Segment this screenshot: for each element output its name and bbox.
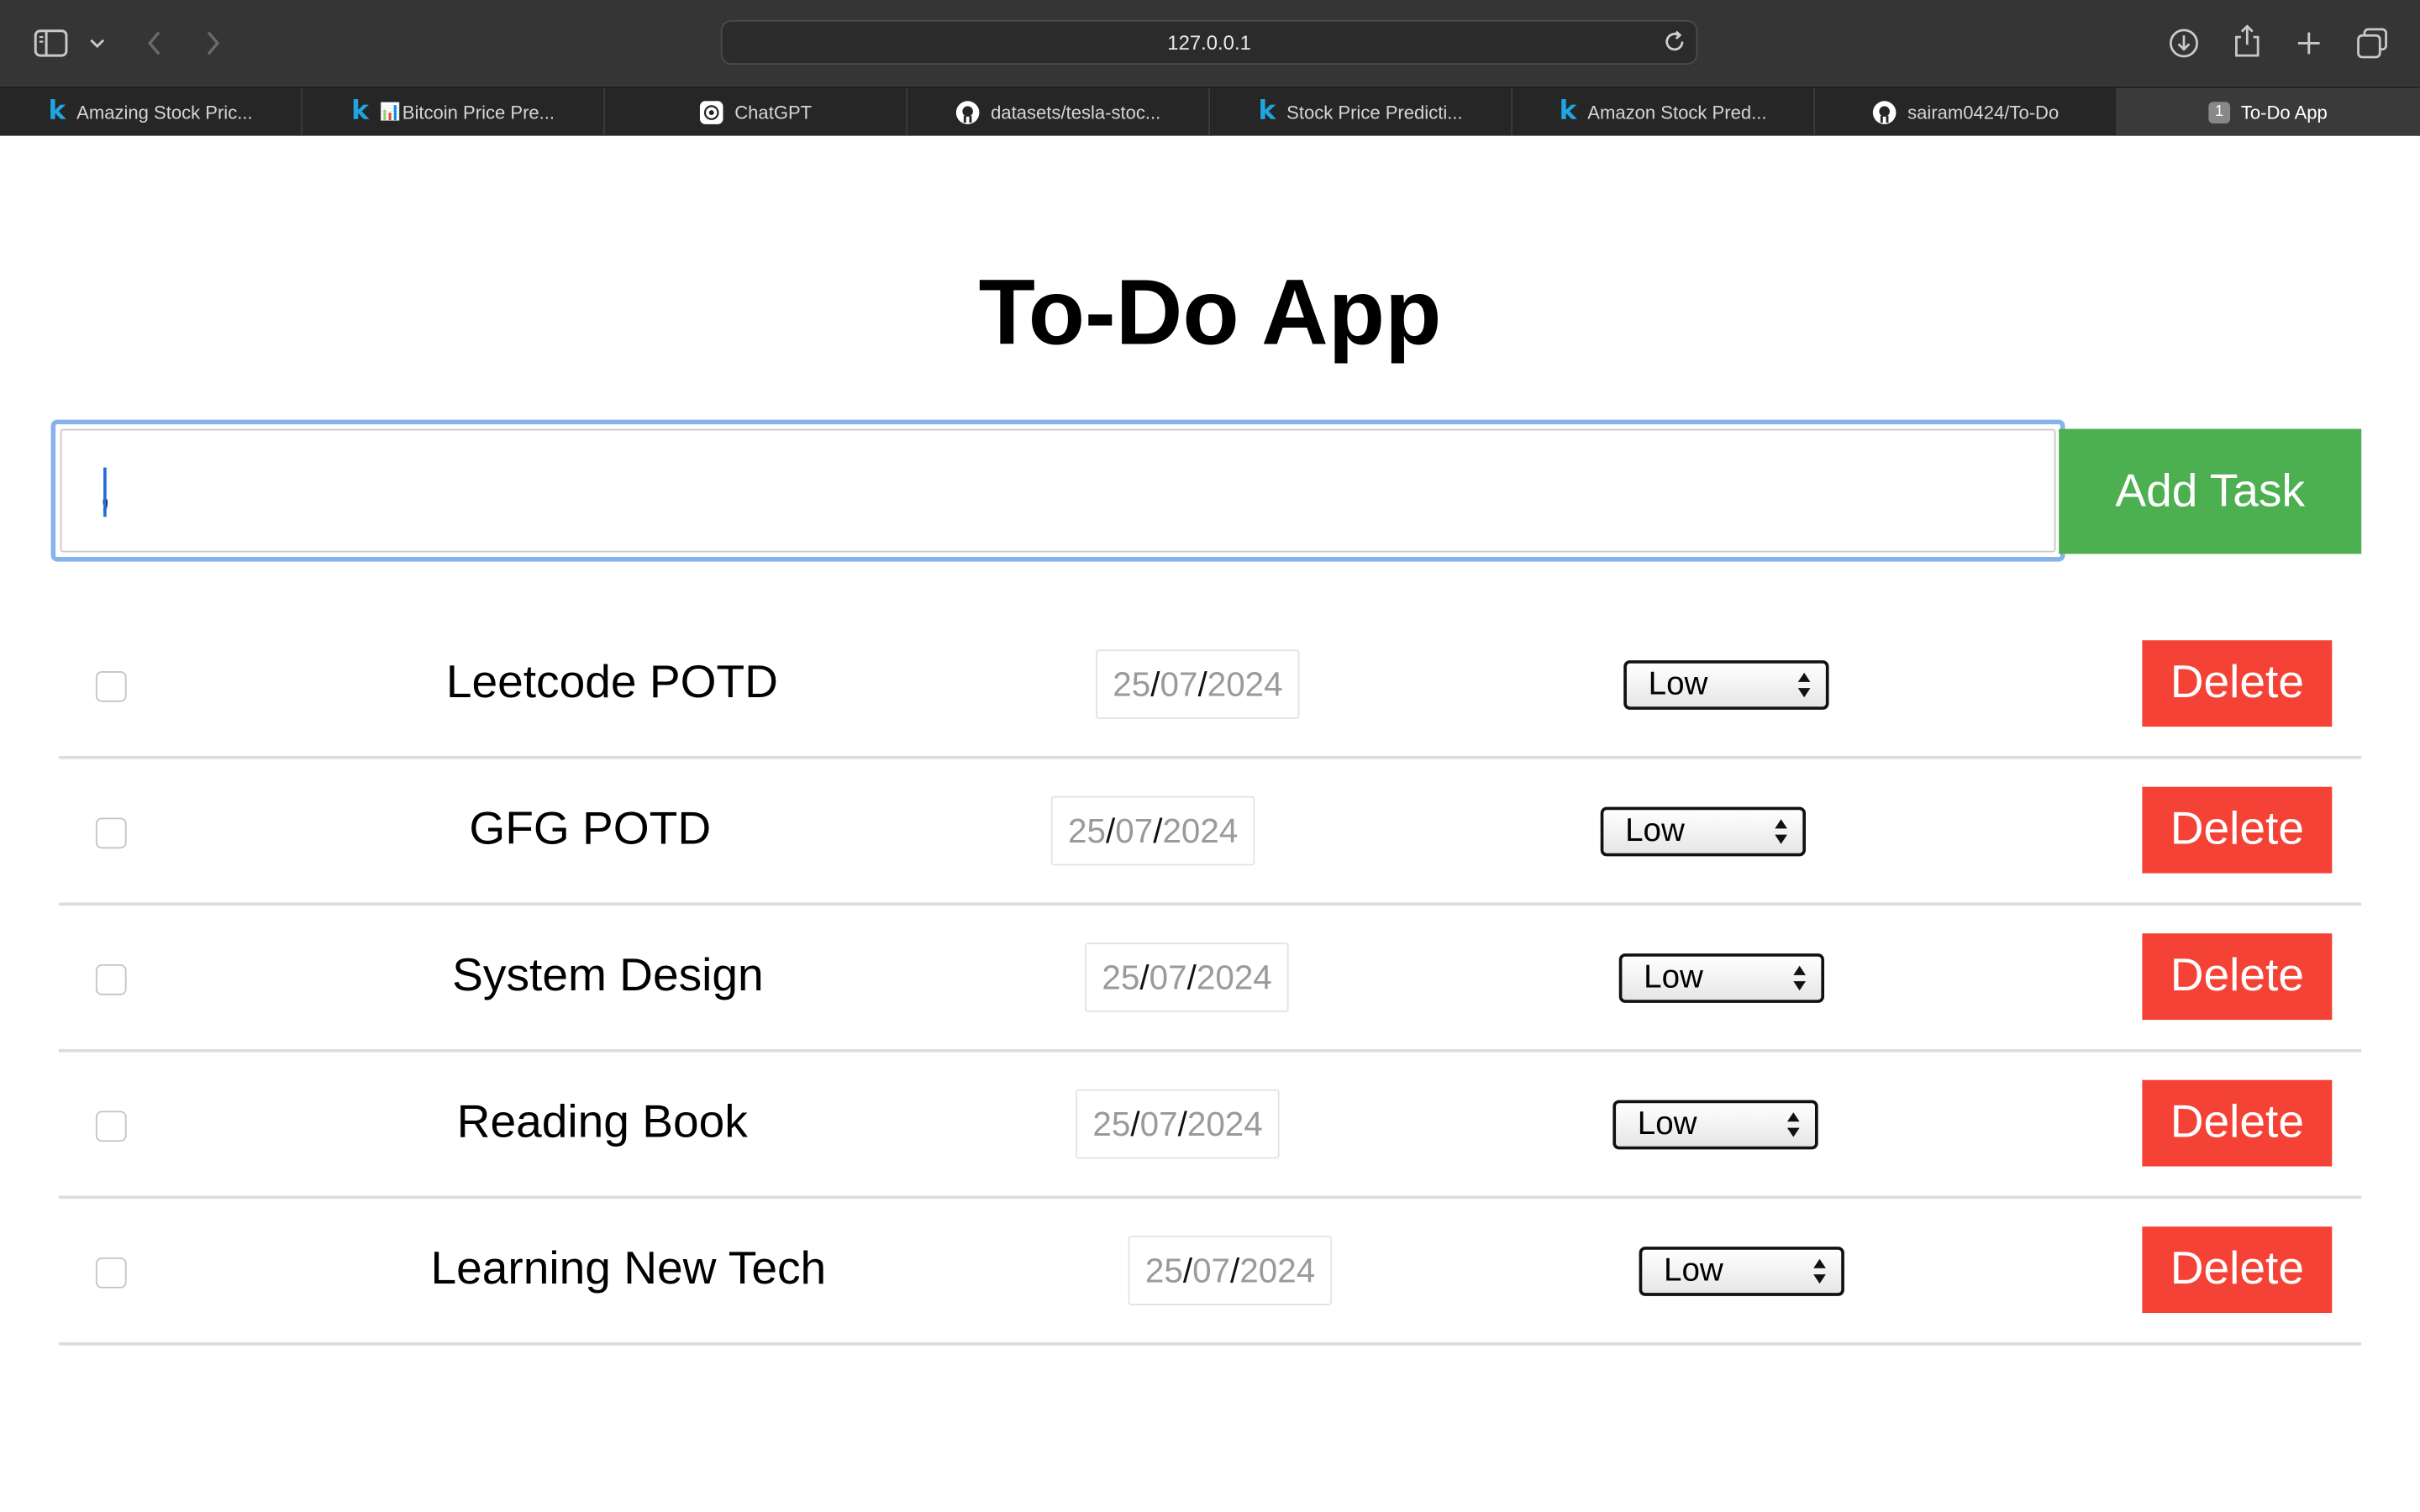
- tab-label: Bitcoin Price Pre...: [402, 101, 555, 123]
- select-arrows-icon: [1791, 964, 1807, 1001]
- kaggle-icon: k: [1559, 95, 1577, 127]
- github-icon: [955, 99, 980, 123]
- address-bar[interactable]: 127.0.0.1: [720, 19, 1698, 66]
- date-day: 25: [1144, 1250, 1183, 1289]
- delete-button[interactable]: Delete: [2142, 1079, 2333, 1167]
- date-year: 2024: [1207, 664, 1283, 703]
- priority-value: Low: [1644, 959, 1703, 995]
- date-month: 07: [1160, 664, 1198, 703]
- date-year: 2024: [1239, 1250, 1316, 1289]
- tab-label: Amazon Stock Pred...: [1587, 101, 1767, 123]
- delete-button[interactable]: Delete: [2142, 640, 2333, 727]
- chevron-down-icon[interactable]: [85, 31, 109, 55]
- browser-tab[interactable]: k Amazon Stock Pred...: [1512, 87, 1815, 136]
- delete-button[interactable]: Delete: [2142, 786, 2333, 874]
- priority-select[interactable]: Low: [1639, 1247, 1844, 1296]
- page-title: To-Do App: [978, 260, 1442, 365]
- task-row: System Design 25/07/2024 Low Delete: [58, 906, 2362, 1053]
- kaggle-icon: k: [1258, 95, 1276, 127]
- chatgpt-icon: [699, 99, 723, 123]
- tab-label: Stock Price Predicti...: [1286, 101, 1463, 123]
- task-checkbox[interactable]: [95, 1110, 127, 1142]
- priority-select[interactable]: Low: [1618, 953, 1825, 1003]
- task-checkbox[interactable]: [95, 963, 127, 995]
- priority-select[interactable]: Low: [1600, 806, 1806, 857]
- new-tab-plus-icon[interactable]: [2291, 24, 2328, 61]
- download-icon[interactable]: [2165, 24, 2202, 61]
- task-text: Reading Book: [456, 1096, 748, 1148]
- task-date-input[interactable]: 25/07/2024: [1128, 1236, 1333, 1305]
- priority-value: Low: [1664, 1252, 1723, 1289]
- delete-button[interactable]: Delete: [2142, 933, 2333, 1021]
- browser-tab[interactable]: ChatGPT: [605, 87, 908, 136]
- browser-tab[interactable]: sairam0424/To-Do: [1815, 87, 2118, 136]
- priority-value: Low: [1637, 1105, 1697, 1142]
- task-input-focus-ring: [50, 419, 2065, 562]
- task-input[interactable]: [60, 428, 2056, 553]
- task-date-input[interactable]: 25/07/2024: [1050, 795, 1255, 866]
- kaggle-icon: k: [48, 95, 66, 127]
- task-date-input[interactable]: 25/07/2024: [1096, 649, 1300, 719]
- tab-label: To-Do App: [2240, 101, 2328, 123]
- kaggle-icon: k: [351, 95, 369, 127]
- tab-number-icon: 1: [2208, 101, 2231, 123]
- select-arrows-icon: [1812, 1257, 1827, 1294]
- date-month: 07: [1115, 811, 1154, 850]
- sidebar-toggle-icon[interactable]: [31, 24, 71, 61]
- task-date-input[interactable]: 25/07/2024: [1076, 1089, 1280, 1159]
- browser-tab[interactable]: datasets/tesla-stoc...: [908, 87, 1210, 136]
- forward-arrow-icon[interactable]: [197, 26, 229, 60]
- task-text: System Design: [452, 950, 764, 1002]
- tab-overview-icon[interactable]: [2354, 24, 2391, 61]
- page-root: 127.0.0.1 k Amazing Stock Pric... k 📊 Bi…: [0, 0, 2420, 1512]
- task-row: Reading Book 25/07/2024 Low Delete: [58, 1053, 2362, 1200]
- date-month: 07: [1192, 1250, 1231, 1289]
- browser-tab-active[interactable]: 1 To-Do App: [2118, 87, 2420, 136]
- priority-select[interactable]: Low: [1623, 660, 1829, 710]
- reload-icon[interactable]: [1662, 29, 1686, 62]
- select-arrows-icon: [1786, 1110, 1801, 1147]
- task-checkbox[interactable]: [95, 1257, 127, 1289]
- select-arrows-icon: [1797, 671, 1812, 708]
- tab-label: ChatGPT: [734, 101, 813, 123]
- task-text: Leetcode POTD: [445, 657, 778, 709]
- browser-tab[interactable]: k Amazing Stock Pric...: [0, 87, 302, 136]
- share-icon[interactable]: [2228, 22, 2265, 62]
- task-text: GFG POTD: [469, 803, 712, 855]
- date-day: 25: [1113, 664, 1151, 703]
- back-arrow-icon[interactable]: [139, 26, 170, 60]
- tab-label: sairam0424/To-Do: [1907, 101, 2060, 123]
- github-icon: [1872, 99, 1897, 123]
- priority-select[interactable]: Low: [1612, 1100, 1818, 1150]
- task-row: Learning New Tech 25/07/2024 Low Delete: [58, 1199, 2362, 1346]
- task-row: GFG POTD 25/07/2024 Low Delete: [58, 759, 2362, 906]
- text-caret: [103, 467, 107, 517]
- priority-value: Low: [1648, 666, 1708, 702]
- date-day: 25: [1068, 811, 1106, 850]
- address-text: 127.0.0.1: [1167, 30, 1251, 55]
- date-year: 2024: [1186, 1104, 1263, 1143]
- delete-button[interactable]: Delete: [2142, 1226, 2333, 1314]
- add-task-button[interactable]: Add Task: [2059, 428, 2362, 554]
- browser-toolbar: 127.0.0.1: [0, 0, 2420, 87]
- tab-label: datasets/tesla-stoc...: [991, 101, 1161, 123]
- tab-label: Amazing Stock Pric...: [76, 101, 253, 123]
- date-day: 25: [1092, 1104, 1131, 1143]
- date-year: 2024: [1196, 957, 1272, 996]
- chart-icon: 📊: [379, 103, 401, 123]
- date-day: 25: [1102, 957, 1140, 996]
- priority-value: Low: [1625, 812, 1685, 849]
- tab-bar: k Amazing Stock Pric... k 📊 Bitcoin Pric…: [0, 86, 2420, 136]
- task-row: Leetcode POTD 25/07/2024 Low Delete: [58, 612, 2362, 759]
- task-checkbox[interactable]: [95, 670, 127, 702]
- browser-tab[interactable]: k Stock Price Predicti...: [1210, 87, 1512, 136]
- task-checkbox[interactable]: [95, 817, 127, 849]
- browser-tab[interactable]: k 📊 Bitcoin Price Pre...: [302, 87, 605, 136]
- select-arrows-icon: [1773, 817, 1788, 854]
- date-year: 2024: [1162, 811, 1239, 850]
- task-date-input[interactable]: 25/07/2024: [1085, 942, 1289, 1012]
- date-month: 07: [1139, 1104, 1178, 1143]
- task-text: Learning New Tech: [430, 1243, 827, 1295]
- date-month: 07: [1149, 957, 1187, 996]
